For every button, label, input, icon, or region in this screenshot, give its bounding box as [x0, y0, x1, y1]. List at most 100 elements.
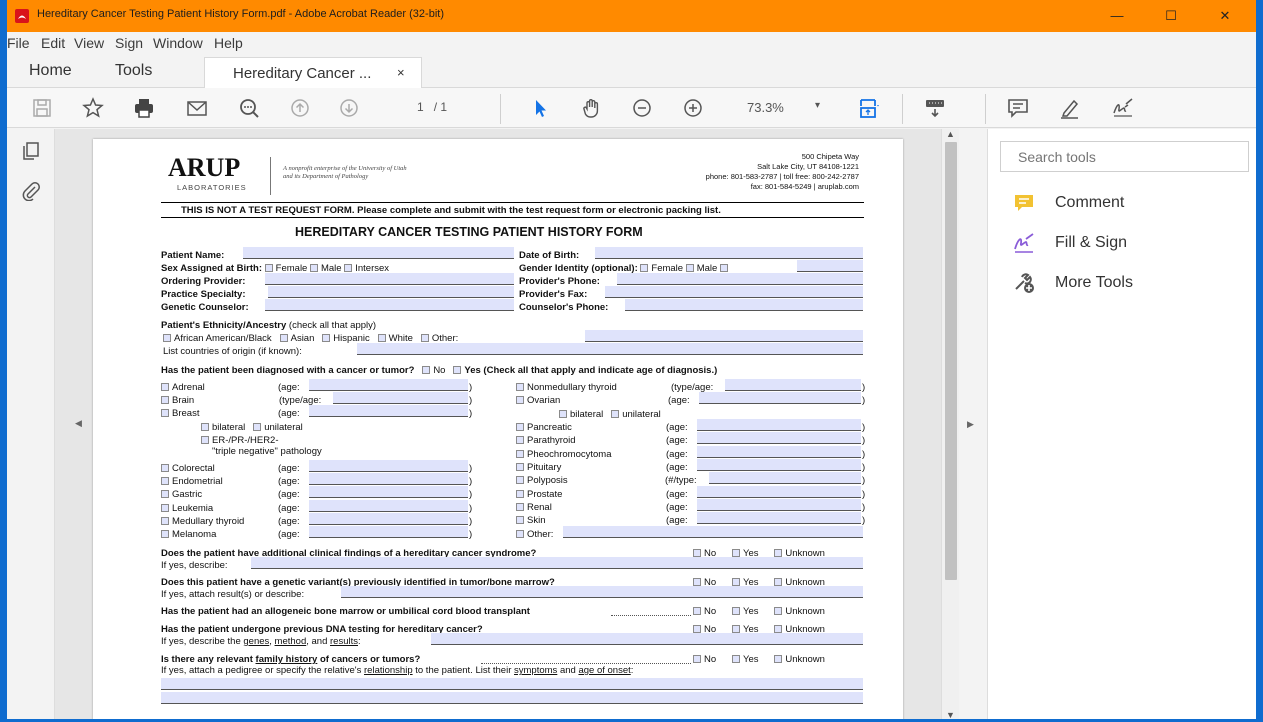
checkbox[interactable]: [516, 502, 524, 511]
counselor-phone-field[interactable]: [625, 299, 863, 311]
zoom-in-icon[interactable]: [681, 96, 705, 120]
checkbox[interactable]: [516, 396, 524, 404]
attachments-paperclip-icon[interactable]: [21, 181, 41, 202]
menu-edit[interactable]: Edit: [41, 35, 65, 51]
minimize-button[interactable]: —: [1094, 0, 1140, 32]
checkbox[interactable]: [161, 464, 169, 472]
age-field[interactable]: [697, 419, 861, 431]
checkbox[interactable]: [693, 655, 701, 663]
right-pane-toggle[interactable]: ▶: [959, 129, 987, 719]
checkbox[interactable]: [732, 655, 740, 663]
hand-tool-icon[interactable]: [580, 96, 604, 120]
age-field[interactable]: [697, 512, 861, 525]
age-field[interactable]: [309, 379, 468, 391]
zoom-level[interactable]: 73.3%: [747, 100, 784, 115]
age-field[interactable]: [309, 526, 468, 538]
highlight-pen-icon[interactable]: [1058, 96, 1082, 120]
ethnicity-other-field[interactable]: [585, 330, 863, 342]
checkbox[interactable]: [309, 264, 318, 272]
family-history-field-1[interactable]: [161, 678, 863, 690]
checkbox[interactable]: [161, 396, 169, 404]
checkbox[interactable]: [693, 549, 701, 557]
checkbox[interactable]: [774, 655, 783, 663]
family-history-field-2[interactable]: [161, 692, 863, 704]
checkbox[interactable]: [161, 530, 169, 538]
checkbox[interactable]: [732, 607, 740, 615]
age-field[interactable]: [697, 498, 861, 511]
checkbox[interactable]: [201, 423, 209, 431]
checkbox[interactable]: [559, 410, 567, 418]
checkbox[interactable]: [322, 334, 331, 342]
zoom-out-icon[interactable]: [630, 96, 654, 120]
scroll-down-icon[interactable]: ▼: [946, 710, 955, 719]
tab-tools[interactable]: Tools: [115, 62, 152, 80]
age-field[interactable]: [309, 473, 468, 486]
ordering-provider-field[interactable]: [265, 273, 514, 285]
clinical-findings-field[interactable]: [251, 557, 863, 569]
dna-testing-field[interactable]: [431, 633, 863, 645]
close-tab-button[interactable]: ×: [397, 65, 405, 80]
checkbox[interactable]: [516, 516, 524, 525]
age-field[interactable]: [699, 392, 861, 404]
expand-right-arrow-icon[interactable]: ▶: [967, 419, 974, 430]
menu-sign[interactable]: Sign: [115, 35, 143, 51]
checkbox[interactable]: [693, 625, 701, 633]
patient-name-field[interactable]: [243, 247, 514, 259]
checkbox[interactable]: [161, 409, 169, 417]
checkbox[interactable]: [161, 503, 169, 512]
collapse-left-arrow-icon[interactable]: ◀: [75, 418, 82, 429]
save-icon[interactable]: [30, 96, 54, 120]
age-field[interactable]: [309, 486, 468, 499]
checkbox[interactable]: [516, 383, 524, 391]
checkbox[interactable]: [453, 366, 462, 374]
menu-window[interactable]: Window: [153, 35, 203, 51]
checkbox[interactable]: [163, 334, 171, 342]
checkbox[interactable]: [774, 625, 783, 633]
menu-file[interactable]: File: [7, 35, 30, 51]
bookmark-star-icon[interactable]: [81, 96, 105, 120]
tab-document[interactable]: Hereditary Cancer ... ×: [204, 57, 422, 89]
age-field[interactable]: [309, 460, 468, 472]
checkbox[interactable]: [685, 264, 694, 272]
close-window-button[interactable]: ✕: [1202, 0, 1248, 32]
checkbox[interactable]: [516, 476, 524, 485]
age-field[interactable]: [333, 392, 468, 404]
countries-field[interactable]: [357, 343, 863, 355]
checkbox[interactable]: [640, 264, 649, 272]
checkbox[interactable]: [264, 264, 273, 272]
menu-view[interactable]: View: [74, 35, 104, 51]
select-cursor-icon[interactable]: [528, 96, 552, 120]
previous-page-icon[interactable]: [288, 96, 312, 120]
checkbox[interactable]: [516, 530, 524, 538]
search-tools-input[interactable]: [1000, 141, 1249, 172]
age-field[interactable]: [697, 445, 861, 458]
checkbox[interactable]: [344, 264, 353, 272]
age-field[interactable]: [709, 472, 861, 485]
checkbox[interactable]: [161, 477, 169, 486]
checkbox[interactable]: [420, 334, 429, 342]
age-field[interactable]: [697, 432, 861, 445]
checkbox[interactable]: [422, 366, 431, 374]
checkbox[interactable]: [201, 436, 209, 444]
fit-page-icon[interactable]: [857, 96, 881, 120]
checkbox[interactable]: [732, 625, 740, 633]
tab-home[interactable]: Home: [29, 62, 72, 80]
vertical-scrollbar[interactable]: ▲ ▼: [941, 129, 959, 719]
page-thumbnails-icon[interactable]: [21, 141, 41, 161]
checkbox[interactable]: [516, 423, 524, 431]
genetic-counselor-field[interactable]: [265, 299, 514, 311]
read-mode-icon[interactable]: [923, 96, 947, 120]
email-icon[interactable]: [185, 96, 209, 120]
practice-specialty-field[interactable]: [268, 286, 514, 298]
age-field[interactable]: [309, 512, 468, 525]
sign-icon[interactable]: [1111, 96, 1135, 120]
checkbox[interactable]: [611, 410, 620, 418]
age-field[interactable]: [697, 485, 861, 498]
genetic-variant-field[interactable]: [341, 586, 863, 598]
checkbox[interactable]: [516, 462, 524, 471]
find-text-icon[interactable]: [237, 96, 261, 120]
scroll-up-icon[interactable]: ▲: [946, 129, 955, 139]
page-number-input[interactable]: 1: [417, 100, 424, 114]
age-field[interactable]: [309, 499, 468, 512]
print-icon[interactable]: [132, 96, 156, 120]
